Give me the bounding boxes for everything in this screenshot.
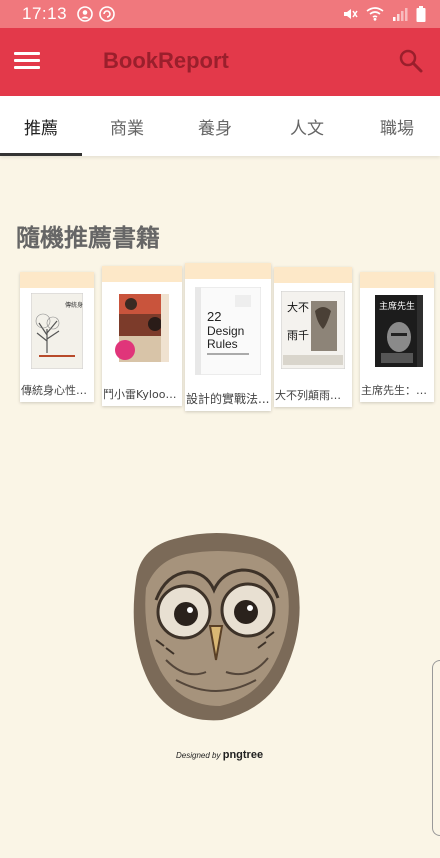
book-card[interactable]: 鬥小雷Kylooe...: [102, 266, 182, 406]
svg-text:主席先生: 主席先生: [379, 300, 415, 312]
book-card[interactable]: 傳統身心 傳統身心性命...: [20, 272, 94, 402]
hamburger-menu-icon[interactable]: [14, 52, 40, 72]
credit-text: Designed by pngtree: [176, 749, 263, 761]
scroll-handle[interactable]: [432, 660, 440, 836]
status-time: 17:13: [22, 4, 68, 23]
signal-icon: [393, 8, 408, 21]
app-bar: BookReport: [0, 28, 440, 96]
svg-text:22: 22: [207, 309, 221, 324]
svg-text:大不: 大不: [287, 300, 309, 314]
book-title: 設計的實戰法...: [186, 392, 270, 406]
tab-business[interactable]: 商業: [86, 96, 168, 156]
book-cover: 大不 雨千: [278, 287, 348, 373]
credit-prefix: Designed by: [176, 751, 221, 760]
book-title: 主席先生：聯...: [361, 384, 434, 397]
account-icon: [77, 6, 93, 22]
owl-illustration: [126, 530, 306, 730]
credit-brand: pngtree: [222, 749, 264, 761]
wifi-icon: [366, 7, 384, 21]
status-bar: 17:13: [0, 0, 440, 28]
section-title: 隨機推薦書籍: [16, 224, 160, 252]
book-cover: [106, 286, 178, 374]
app-title: BookReport: [103, 48, 229, 73]
battery-icon: [416, 6, 426, 22]
book-title: 鬥小雷Kylooe...: [103, 388, 182, 401]
tab-health[interactable]: 養身: [174, 96, 256, 156]
book-card[interactable]: 大不雨千 大不列顛雨千...: [274, 267, 352, 407]
book-cover: 22 Design Rules: [189, 283, 267, 379]
book-cover: 主席先生: [364, 290, 430, 372]
tab-humanities[interactable]: 人文: [266, 96, 348, 156]
mute-icon: [344, 9, 358, 19]
tab-bar: 推薦 商業 養身 人文 職場: [0, 96, 440, 156]
book-title: 傳統身心性命...: [21, 384, 94, 397]
book-cover: 傳統身心: [24, 290, 90, 372]
svg-text:雨千: 雨千: [287, 329, 309, 342]
svg-text:Design: Design: [207, 324, 244, 338]
book-card[interactable]: 主席先生 主席先生：聯...: [360, 272, 434, 402]
search-icon[interactable]: [398, 48, 424, 74]
tab-recommend[interactable]: 推薦: [0, 96, 82, 156]
svg-text:傳統身心: 傳統身心: [65, 301, 83, 309]
book-title: 大不列顛雨千...: [275, 389, 352, 402]
tab-career[interactable]: 職場: [354, 96, 440, 156]
sync-icon: [99, 6, 115, 22]
tab-indicator: [0, 153, 82, 156]
svg-text:Rules: Rules: [207, 337, 238, 351]
book-card[interactable]: 22 Design Rules 設計的實戰法...: [185, 263, 271, 411]
